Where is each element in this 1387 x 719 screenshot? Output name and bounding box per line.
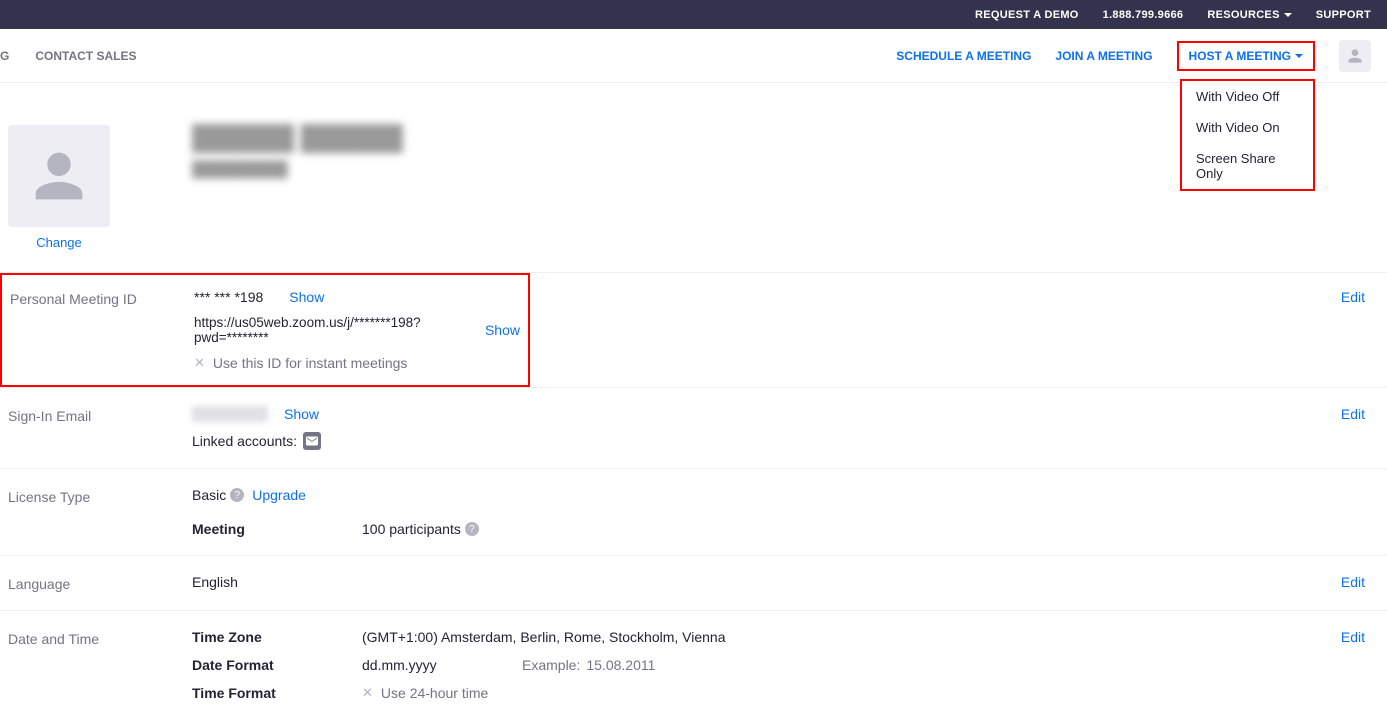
host-meeting-label: HOST A MEETING — [1189, 49, 1291, 63]
phone-number[interactable]: 1.888.799.9666 — [1103, 9, 1184, 21]
profile-names: ██████ ██████ █████████ — [110, 125, 403, 250]
resources-menu[interactable]: RESOURCES — [1207, 9, 1291, 21]
x-icon: ✕ — [194, 355, 205, 371]
user-avatar-small[interactable] — [1339, 40, 1371, 72]
host-meeting-dropdown: With Video Off With Video On Screen Shar… — [1180, 79, 1315, 191]
host-meeting-button[interactable]: HOST A MEETING With Video Off With Video… — [1177, 41, 1315, 71]
signin-edit[interactable]: Edit — [1341, 406, 1365, 422]
pmi-show-id[interactable]: Show — [289, 289, 324, 305]
license-label: License Type — [8, 487, 192, 505]
change-avatar-link[interactable]: Change — [36, 235, 82, 250]
request-demo-link[interactable]: REQUEST A DEMO — [975, 9, 1079, 21]
person-icon — [24, 141, 94, 211]
x-icon: ✕ — [362, 685, 373, 701]
linked-accounts-label: Linked accounts: — [192, 433, 297, 449]
resources-label: RESOURCES — [1207, 9, 1279, 21]
avatar-box: Change — [8, 125, 110, 250]
license-basic: Basic — [192, 487, 226, 503]
topbar: REQUEST A DEMO 1.888.799.9666 RESOURCES … — [0, 0, 1387, 29]
pmi-instant-text: Use this ID for instant meetings — [213, 355, 408, 371]
navbar-right: SCHEDULE A MEETING JOIN A MEETING HOST A… — [896, 40, 1371, 72]
datetime-section: Edit Date and Time Time Zone (GMT+1:00) … — [0, 610, 1387, 719]
df-example-prefix: Example: — [522, 657, 580, 673]
datetime-edit[interactable]: Edit — [1341, 629, 1365, 645]
nav-partial[interactable]: G — [0, 49, 9, 63]
sub-name: █████████ — [192, 161, 403, 178]
language-section: Edit Language English — [0, 555, 1387, 610]
pmi-show-url[interactable]: Show — [485, 322, 520, 338]
df-label: Date Format — [192, 657, 362, 673]
language-label: Language — [8, 574, 192, 592]
signin-show[interactable]: Show — [284, 406, 319, 422]
upgrade-link[interactable]: Upgrade — [252, 487, 306, 503]
df-example-value: 15.08.2011 — [586, 657, 655, 673]
display-name: ██████ ██████ — [192, 125, 403, 153]
pmi-values: *** *** *198 Show https://us05web.zoom.u… — [194, 289, 520, 371]
tz-value: (GMT+1:00) Amsterdam, Berlin, Rome, Stoc… — [362, 629, 726, 645]
pmi-highlight-box: Personal Meeting ID *** *** *198 Show ht… — [0, 273, 530, 387]
dropdown-screen-share[interactable]: Screen Share Only — [1182, 143, 1313, 189]
pmi-id: *** *** *198 — [194, 289, 263, 305]
profile-header: Change ██████ ██████ █████████ — [0, 125, 1387, 272]
dropdown-video-on[interactable]: With Video On — [1182, 112, 1313, 143]
mail-icon — [303, 432, 321, 450]
pmi-section-wrap: Personal Meeting ID *** *** *198 Show ht… — [0, 272, 1387, 387]
pmi-edit[interactable]: Edit — [1341, 289, 1365, 305]
license-section: License Type Basic ? Upgrade Meeting 100… — [0, 468, 1387, 555]
signin-label: Sign-In Email — [8, 406, 192, 424]
help-icon[interactable]: ? — [465, 522, 479, 536]
chevron-down-icon — [1295, 54, 1303, 58]
join-meeting-link[interactable]: JOIN A MEETING — [1055, 49, 1152, 63]
tf-value: Use 24-hour time — [381, 685, 488, 701]
signin-section: Edit Sign-In Email Show Linked accounts: — [0, 387, 1387, 468]
license-participants: 100 participants — [362, 521, 461, 537]
support-link[interactable]: SUPPORT — [1316, 9, 1371, 21]
schedule-meeting-link[interactable]: SCHEDULE A MEETING — [896, 49, 1031, 63]
signin-email-blurred — [192, 406, 268, 422]
license-meeting-label: Meeting — [192, 521, 362, 537]
tf-label: Time Format — [192, 685, 362, 701]
dropdown-video-off[interactable]: With Video Off — [1182, 81, 1313, 112]
contact-sales-link[interactable]: CONTACT SALES — [35, 49, 136, 63]
person-icon — [1345, 46, 1365, 66]
tz-label: Time Zone — [192, 629, 362, 645]
avatar-large — [8, 125, 110, 227]
navbar: G CONTACT SALES SCHEDULE A MEETING JOIN … — [0, 29, 1387, 83]
pmi-url: https://us05web.zoom.us/j/*******198?pwd… — [194, 315, 467, 345]
content: Change ██████ ██████ █████████ Personal … — [0, 83, 1387, 719]
language-edit[interactable]: Edit — [1341, 574, 1365, 590]
datetime-label: Date and Time — [8, 629, 192, 647]
navbar-left: G CONTACT SALES — [0, 49, 136, 63]
df-value: dd.mm.yyyy — [362, 657, 522, 673]
help-icon[interactable]: ? — [230, 488, 244, 502]
pmi-label: Personal Meeting ID — [10, 289, 194, 307]
language-value: English — [192, 574, 238, 590]
chevron-down-icon — [1284, 13, 1292, 17]
